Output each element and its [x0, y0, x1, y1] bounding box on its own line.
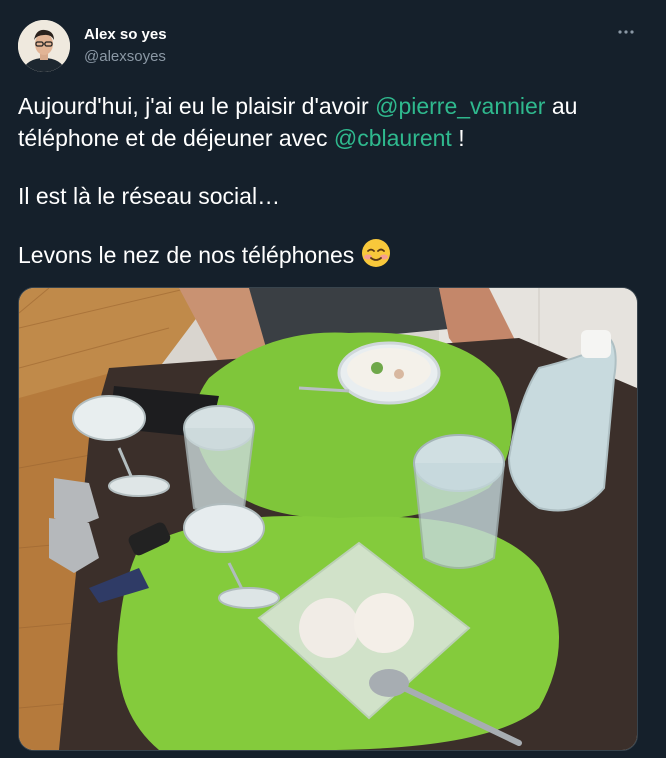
photo-lunch-table-icon: [19, 288, 637, 750]
more-options-button[interactable]: [614, 22, 638, 42]
tweet-text-segment: Levons le nez de nos téléphones: [18, 242, 361, 268]
mention-link[interactable]: @pierre_vannier: [375, 93, 545, 119]
tweet: Alex so yes @alexsoyes Aujourd'hui, j'ai…: [0, 0, 666, 758]
tweet-media-photo[interactable]: [18, 287, 638, 751]
avatar[interactable]: [18, 20, 70, 72]
tweet-text-segment: Il est là le réseau social…: [18, 183, 281, 209]
tweet-paragraph-2: Il est là le réseau social…: [18, 180, 648, 212]
display-name[interactable]: Alex so yes: [84, 26, 167, 43]
more-horizontal-icon: [618, 30, 634, 34]
user-handle[interactable]: @alexsoyes: [84, 48, 166, 65]
tweet-paragraph-1: Aujourd'hui, j'ai eu le plaisir d'avoir …: [18, 90, 648, 154]
mention-link[interactable]: @cblaurent: [334, 125, 452, 151]
tweet-text-segment: !: [451, 125, 465, 151]
avatar-photo-icon: [18, 20, 70, 72]
tweet-paragraph-3: Levons le nez de nos téléphones: [18, 238, 648, 276]
smiling-face-emoji-icon: [361, 238, 393, 276]
tweet-text: Aujourd'hui, j'ai eu le plaisir d'avoir …: [18, 90, 648, 302]
tweet-text-segment: Aujourd'hui, j'ai eu le plaisir d'avoir: [18, 93, 376, 119]
